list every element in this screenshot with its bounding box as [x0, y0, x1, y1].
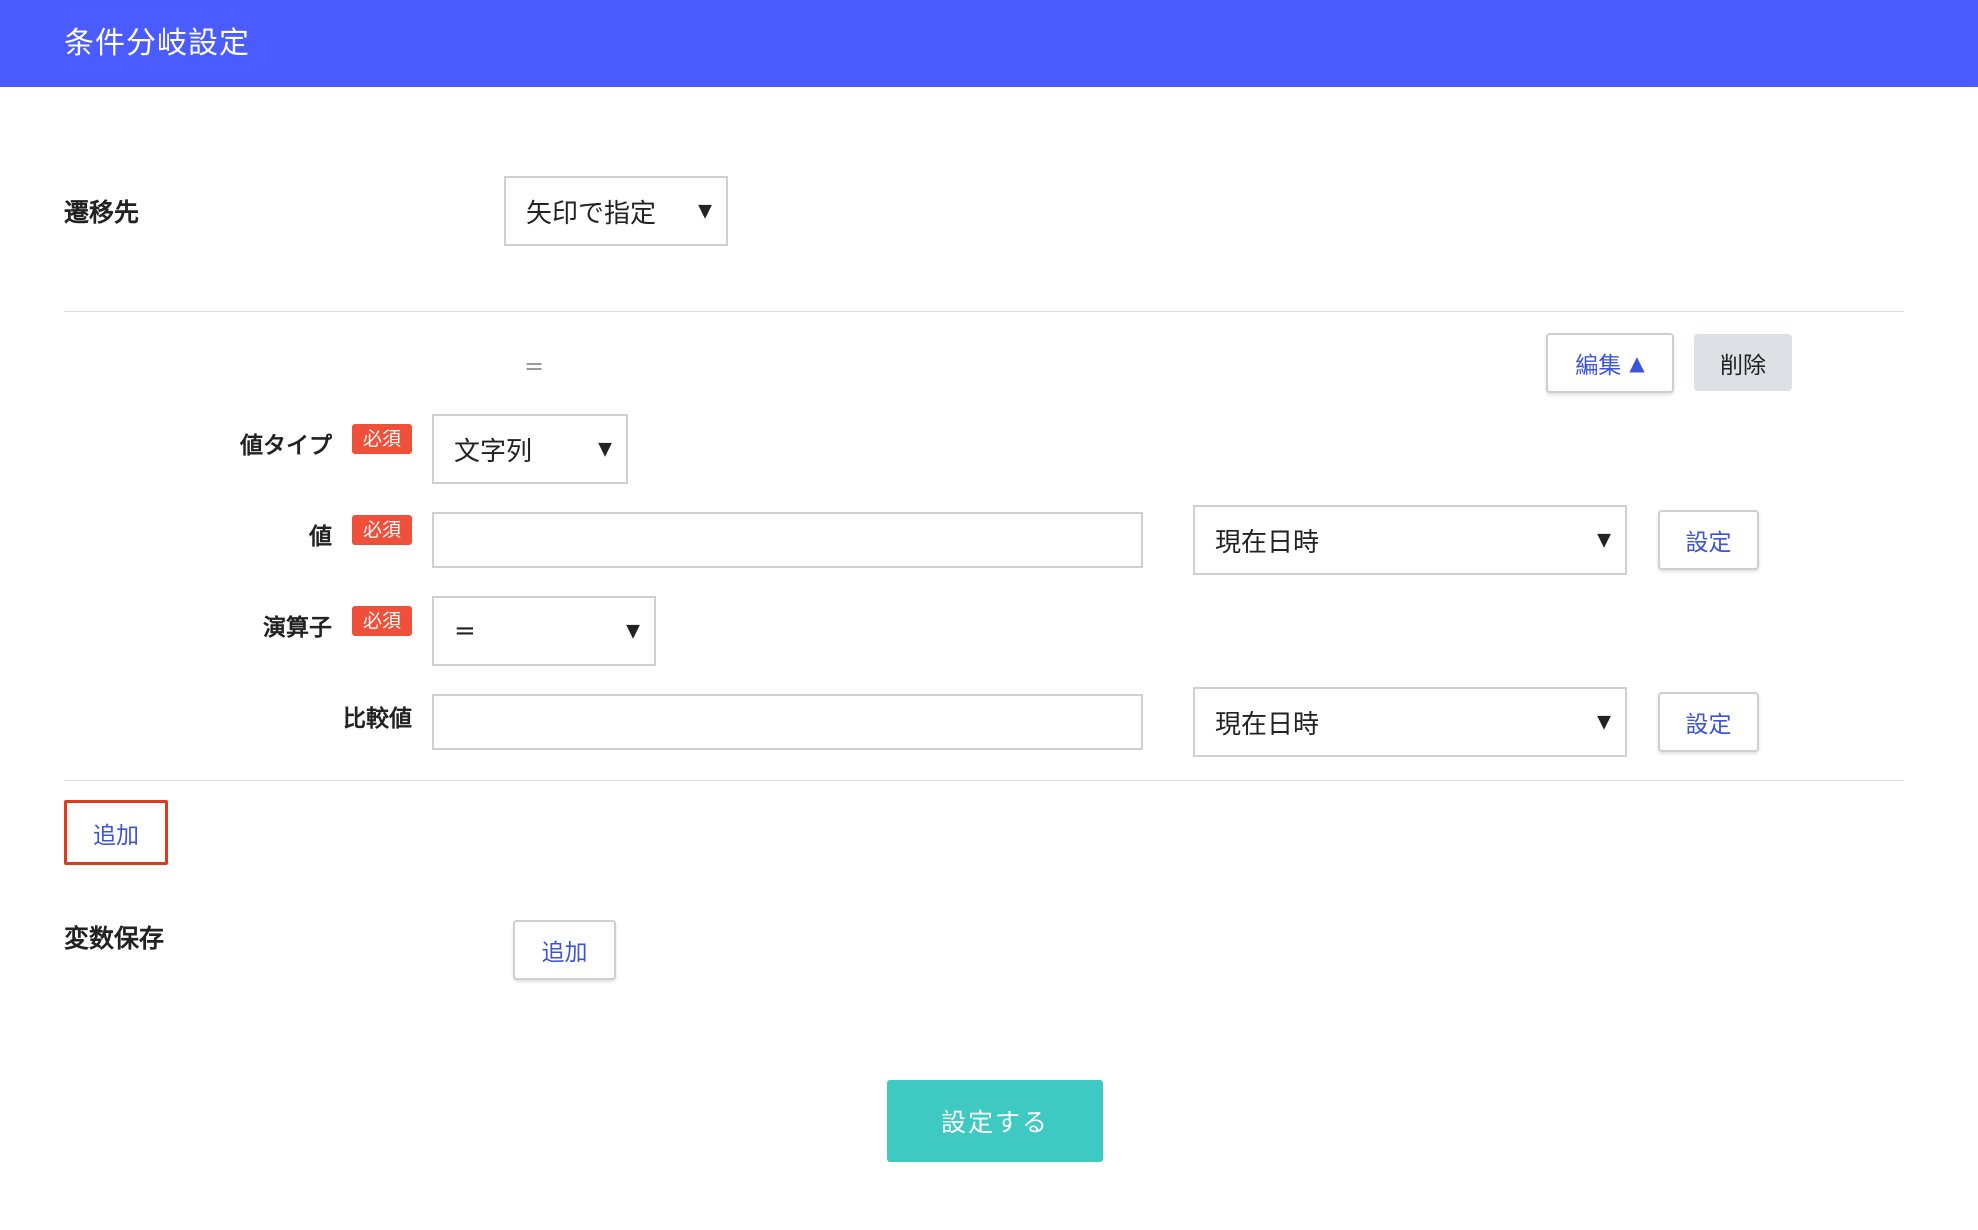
compare-value-source-select[interactable]: 現在日時 ▼ — [1193, 687, 1627, 757]
triangle-up-icon: ▲ — [1629, 351, 1645, 375]
value-type-label: 値タイプ — [240, 433, 332, 459]
page-title: 条件分岐設定 — [64, 26, 250, 61]
value-input[interactable] — [432, 512, 1143, 568]
header-bar: 条件分岐設定 — [0, 0, 1978, 87]
value-set-button[interactable]: 設定 — [1658, 510, 1759, 570]
variable-save-label: 変数保存 — [64, 924, 165, 953]
compare-value-label: 比較値 — [343, 706, 412, 732]
edit-button[interactable]: 編集 ▲ — [1546, 333, 1674, 393]
compare-value-input[interactable] — [432, 694, 1143, 750]
value-type-select[interactable]: 文字列 ▼ — [432, 414, 628, 484]
operator-required-badge: 必須 — [352, 606, 412, 636]
caret-down-icon: ▼ — [698, 200, 712, 222]
caret-down-icon: ▼ — [626, 620, 640, 642]
value-source-select-value: 現在日時 — [1215, 527, 1320, 558]
add-condition-button[interactable]: 追加 — [64, 800, 168, 865]
section-divider-top — [64, 311, 1904, 312]
delete-button[interactable]: 削除 — [1694, 334, 1792, 391]
variable-save-add-button[interactable]: 追加 — [513, 920, 616, 980]
transition-select-value: 矢印で指定 — [526, 198, 657, 229]
transition-select[interactable]: 矢印で指定 ▼ — [504, 176, 728, 246]
value-type-required-badge: 必須 — [352, 424, 412, 454]
value-label: 値 — [309, 524, 332, 550]
caret-down-icon: ▼ — [1597, 711, 1611, 733]
section-divider-bottom — [64, 780, 1904, 781]
operator-select-value: = — [454, 616, 476, 646]
caret-down-icon: ▼ — [598, 438, 612, 460]
operator-label: 演算子 — [263, 615, 332, 641]
caret-down-icon: ▼ — [1597, 529, 1611, 551]
value-source-select[interactable]: 現在日時 ▼ — [1193, 505, 1627, 575]
value-required-badge: 必須 — [352, 515, 412, 545]
compare-value-source-select-value: 現在日時 — [1215, 709, 1320, 740]
operator-select[interactable]: = ▼ — [432, 596, 656, 666]
edit-button-label: 編集 — [1575, 353, 1622, 379]
condition-summary: = — [524, 352, 545, 380]
value-type-select-value: 文字列 — [454, 436, 533, 467]
submit-button[interactable]: 設定する — [887, 1080, 1103, 1162]
transition-label: 遷移先 — [64, 198, 140, 227]
compare-value-set-button[interactable]: 設定 — [1658, 692, 1759, 752]
